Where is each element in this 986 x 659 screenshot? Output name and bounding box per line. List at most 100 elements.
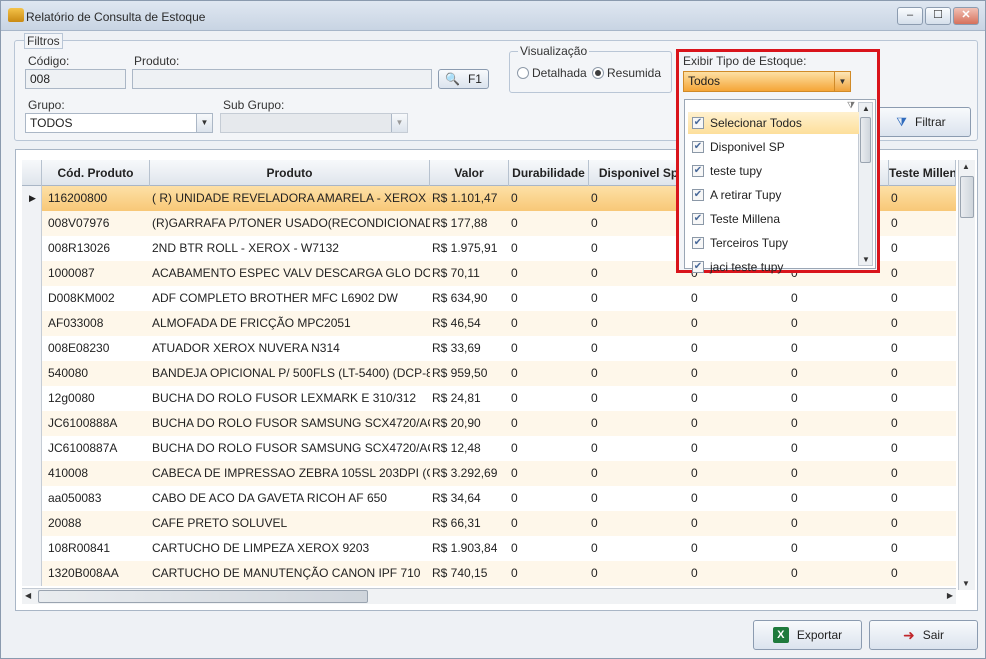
table-cell[interactable]: 2ND BTR ROLL - XEROX - W7132 [150,236,430,261]
table-cell[interactable]: 0 [689,536,789,561]
table-cell[interactable]: 0 [589,236,689,261]
table-cell[interactable]: 0 [789,311,889,336]
f1-search-button[interactable]: 🔍 F1 [438,69,489,89]
table-cell[interactable]: 116200800 [42,186,150,211]
dropdown-item[interactable]: ✔ Terceiros Tupy [688,232,859,254]
table-cell[interactable]: 0 [509,186,589,211]
codigo-input[interactable]: 008 [25,69,126,89]
table-cell[interactable]: 0 [889,311,956,336]
table-cell[interactable]: 1320B008AA [42,561,150,586]
row-indicator[interactable] [22,486,42,511]
grupo-select[interactable]: TODOS ▼ [25,113,213,133]
table-cell[interactable]: 0 [509,211,589,236]
table-cell[interactable]: CABECA DE IMPRESSAO ZEBRA 105SL 203DPI (… [150,461,430,486]
table-cell[interactable]: 0 [689,411,789,436]
table-cell[interactable]: ADF COMPLETO BROTHER MFC L6902 DW [150,286,430,311]
table-cell[interactable]: 0 [509,561,589,586]
table-cell[interactable]: 0 [889,186,956,211]
row-indicator[interactable] [22,336,42,361]
chevron-down-icon[interactable]: ▼ [196,114,212,132]
table-cell[interactable]: ALMOFADA DE FRICÇÃO MPC2051 [150,311,430,336]
table-cell[interactable]: 0 [589,186,689,211]
checkbox-icon[interactable]: ✔ [692,261,704,273]
table-cell[interactable]: BUCHA DO ROLO FUSOR SAMSUNG SCX4720/AC..… [150,436,430,461]
table-cell[interactable]: 0 [889,236,956,261]
table-cell[interactable]: D008KM002 [42,286,150,311]
table-cell[interactable]: 0 [889,336,956,361]
table-cell[interactable]: AF033008 [42,311,150,336]
table-cell[interactable]: CARTUCHO DE LIMPEZA XEROX 9203 [150,536,430,561]
dropdown-item[interactable]: ✔ A retirar Tupy [688,184,859,206]
table-cell[interactable]: 0 [689,486,789,511]
table-cell[interactable]: 0 [689,461,789,486]
table-cell[interactable]: 0 [589,386,689,411]
table-cell[interactable]: 0 [889,536,956,561]
vertical-scrollbar[interactable]: ▲ ▼ [958,160,975,590]
scroll-up-icon[interactable]: ▲ [962,162,970,171]
resumida-radio[interactable]: Resumida [592,66,661,80]
table-row[interactable]: JC6100888A BUCHA DO ROLO FUSOR SAMSUNG SC… [22,411,956,436]
table-cell[interactable]: 0 [789,286,889,311]
table-cell[interactable]: JC6100887A [42,436,150,461]
table-cell[interactable]: 0 [789,386,889,411]
table-cell[interactable]: 008V07976 [42,211,150,236]
table-cell[interactable]: R$ 33,69 [430,336,509,361]
table-cell[interactable]: 0 [689,436,789,461]
table-cell[interactable]: R$ 34,64 [430,486,509,511]
table-cell[interactable]: 0 [589,511,689,536]
table-cell[interactable]: 0 [889,561,956,586]
table-cell[interactable]: 0 [789,336,889,361]
table-cell[interactable]: R$ 959,50 [430,361,509,386]
table-cell[interactable]: 0 [689,511,789,536]
table-cell[interactable]: 0 [789,361,889,386]
table-cell[interactable]: 108R00841 [42,536,150,561]
table-cell[interactable]: 0 [889,411,956,436]
table-row[interactable]: 12g0080 BUCHA DO ROLO FUSOR LEXMARK E 310… [22,386,956,411]
table-cell[interactable]: R$ 1.903,84 [430,536,509,561]
table-cell[interactable]: 0 [789,536,889,561]
table-cell[interactable]: 0 [889,436,956,461]
table-cell[interactable]: 0 [689,286,789,311]
sair-button[interactable]: ➜ Sair [869,620,978,650]
row-indicator[interactable] [22,236,42,261]
row-indicator[interactable] [22,286,42,311]
table-cell[interactable]: 0 [589,461,689,486]
table-cell[interactable]: 0 [589,411,689,436]
table-cell[interactable]: CARTUCHO DE MANUTENÇÃO CANON IPF 710 [150,561,430,586]
table-cell[interactable]: (R)GARRAFA P/TONER USADO(RECONDICIONAD..… [150,211,430,236]
table-cell[interactable]: 0 [589,286,689,311]
table-cell[interactable]: 008E08230 [42,336,150,361]
table-cell[interactable]: 0 [509,411,589,436]
table-cell[interactable]: 12g0080 [42,386,150,411]
exportar-button[interactable]: X Exportar [753,620,862,650]
table-row[interactable]: AF033008 ALMOFADA DE FRICÇÃO MPC2051 R$ 46… [22,311,956,336]
table-cell[interactable]: 0 [689,561,789,586]
column-header[interactable]: Cód. Produto [42,160,150,186]
table-cell[interactable]: 0 [509,536,589,561]
row-indicator[interactable] [22,436,42,461]
table-cell[interactable]: R$ 3.292,69 [430,461,509,486]
chevron-down-icon[interactable]: ▼ [391,114,407,132]
table-cell[interactable]: 0 [589,361,689,386]
table-cell[interactable]: 0 [589,261,689,286]
table-cell[interactable]: 0 [589,436,689,461]
table-cell[interactable]: R$ 20,90 [430,411,509,436]
table-cell[interactable]: R$ 740,15 [430,561,509,586]
table-cell[interactable]: 0 [889,486,956,511]
checkbox-icon[interactable]: ✔ [692,141,704,153]
table-cell[interactable]: 0 [589,561,689,586]
table-row[interactable]: 1320B008AA CARTUCHO DE MANUTENÇÃO CANON I… [22,561,956,586]
table-cell[interactable]: ( R) UNIDADE REVELADORA AMARELA - XEROX … [150,186,430,211]
chevron-down-icon[interactable]: ▼ [834,72,850,91]
produto-input[interactable] [132,69,432,89]
table-cell[interactable]: 0 [509,486,589,511]
table-cell[interactable]: R$ 24,81 [430,386,509,411]
row-indicator[interactable] [22,536,42,561]
table-cell[interactable]: 0 [789,561,889,586]
table-cell[interactable]: R$ 1.975,91 [430,236,509,261]
scroll-thumb[interactable] [860,117,871,163]
table-row[interactable]: 20088 CAFE PRETO SOLUVEL R$ 66,31 0 0 0 0 0 [22,511,956,536]
table-cell[interactable]: 0 [789,511,889,536]
checkbox-icon[interactable]: ✔ [692,117,704,129]
table-row[interactable]: D008KM002 ADF COMPLETO BROTHER MFC L6902 … [22,286,956,311]
